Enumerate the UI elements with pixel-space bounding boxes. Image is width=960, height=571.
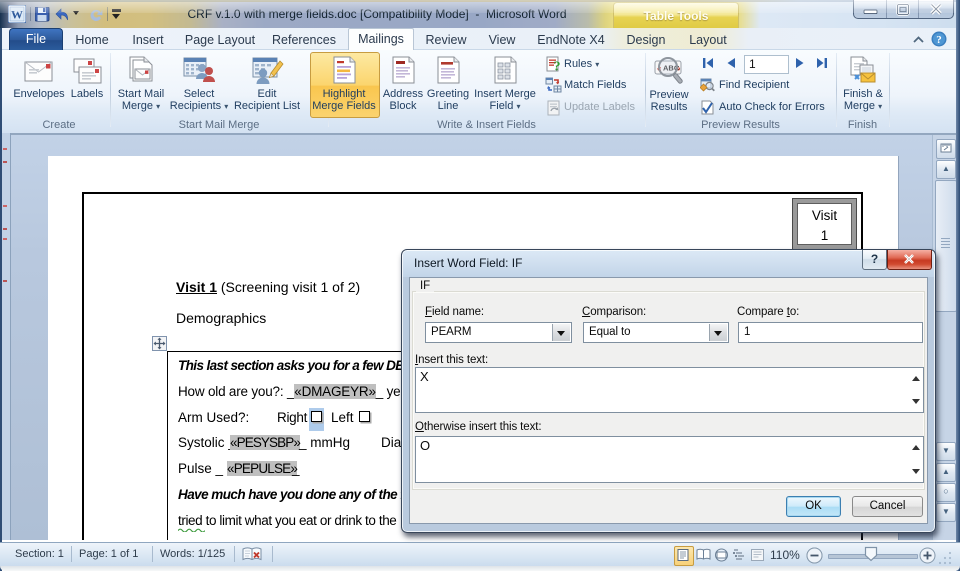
svg-text:?: ? xyxy=(936,34,942,46)
svg-text:W: W xyxy=(11,8,23,22)
